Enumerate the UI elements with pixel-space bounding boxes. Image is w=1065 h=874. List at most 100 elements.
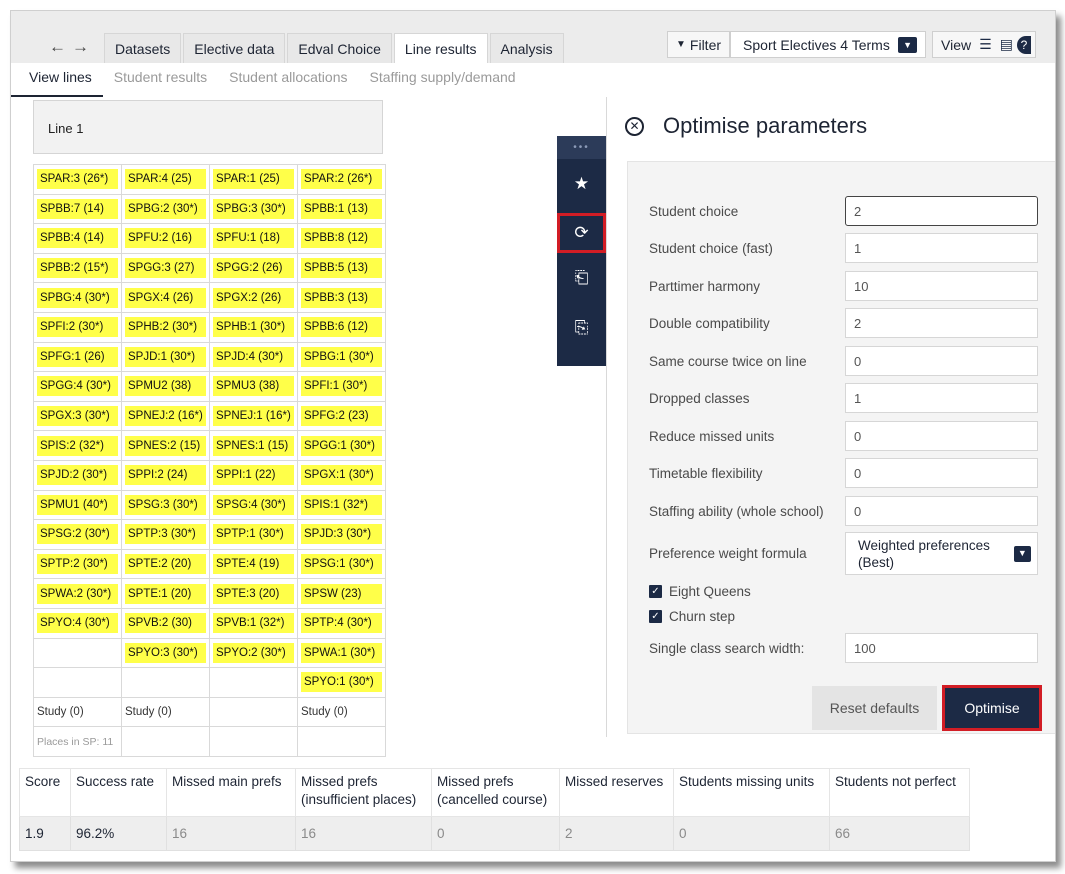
class-chip[interactable]: SPGG:1 (30*) — [301, 435, 382, 456]
tab-datasets[interactable]: Datasets — [104, 33, 182, 63]
class-chip[interactable]: SPHB:1 (30*) — [213, 317, 294, 338]
class-chip[interactable]: SPAR:1 (25) — [213, 169, 294, 190]
term-select[interactable]: Sport Electives 4 Terms ▼ — [730, 31, 927, 58]
class-chip[interactable]: SPHB:2 (30*) — [125, 317, 206, 338]
search-width-input[interactable]: 100 — [845, 633, 1038, 663]
eight-queens-option[interactable]: ✓ Eight Queens — [649, 584, 751, 599]
class-chip[interactable]: SPFU:2 (16) — [125, 228, 206, 249]
class-chip[interactable]: SPBG:2 (30*) — [125, 198, 206, 219]
class-chip[interactable]: SPJD:2 (30*) — [37, 465, 118, 486]
churn-step-option[interactable]: ✓ Churn step — [649, 609, 735, 624]
class-chip[interactable]: SPYO:4 (30*) — [37, 613, 118, 634]
view-label[interactable]: View — [941, 37, 971, 53]
class-chip[interactable]: SPSG:2 (30*) — [37, 524, 118, 545]
class-chip[interactable]: SPTP:3 (30*) — [125, 524, 206, 545]
class-chip[interactable]: SPBB:2 (15*) — [37, 258, 118, 279]
class-chip[interactable]: SPGX:1 (30*) — [301, 465, 382, 486]
class-chip[interactable]: SPPI:1 (22) — [213, 465, 294, 486]
class-chip[interactable]: SPFI:1 (30*) — [301, 376, 382, 397]
class-chip[interactable]: SPIS:2 (32*) — [37, 435, 118, 456]
class-chip[interactable]: SPBB:5 (13) — [301, 258, 382, 279]
class-chip[interactable]: SPTP:2 (30*) — [37, 554, 118, 575]
class-chip[interactable]: SPTE:4 (19) — [213, 554, 294, 575]
same-course-twice-input[interactable]: 0 — [845, 346, 1038, 376]
student-choice-fast-input[interactable]: 1 — [845, 233, 1038, 263]
class-chip[interactable]: SPGG:4 (30*) — [37, 376, 118, 397]
class-chip[interactable]: SPAR:2 (26*) — [301, 169, 382, 190]
class-chip[interactable]: SPYO:3 (30*) — [125, 642, 206, 663]
checkbox-checked-icon[interactable]: ✓ — [649, 585, 662, 598]
class-chip[interactable]: SPJD:1 (30*) — [125, 346, 206, 367]
tab-analysis[interactable]: Analysis — [489, 33, 564, 63]
class-chip[interactable]: SPBB:4 (14) — [37, 228, 118, 249]
star-icon[interactable]: ★ — [557, 159, 606, 209]
class-chip[interactable]: SPBB:7 (14) — [37, 198, 118, 219]
class-chip[interactable]: SPBG:4 (30*) — [37, 287, 118, 308]
tab-elective-data[interactable]: Elective data — [183, 33, 286, 63]
class-chip[interactable]: SPTE:1 (20) — [125, 583, 206, 604]
subtab-staffing-supply-demand[interactable]: Staffing supply/demand — [358, 63, 526, 97]
class-chip[interactable]: SPTE:2 (20) — [125, 554, 206, 575]
class-chip[interactable]: SPJD:4 (30*) — [213, 346, 294, 367]
class-chip[interactable]: SPNEJ:1 (16*) — [213, 406, 294, 427]
tab-line-results[interactable]: Line results — [393, 33, 488, 63]
back-arrow-icon[interactable]: ← — [49, 37, 72, 57]
dropped-classes-input[interactable]: 1 — [845, 383, 1038, 413]
drag-handle-icon[interactable]: ••• — [557, 136, 606, 159]
class-chip[interactable]: SPTP:1 (30*) — [213, 524, 294, 545]
optimise-refresh-icon[interactable]: ⟳ — [557, 213, 606, 253]
staffing-ability-input[interactable]: 0 — [845, 496, 1038, 526]
class-chip[interactable]: SPFG:2 (23) — [301, 406, 382, 427]
help-icon[interactable]: ? — [1016, 35, 1031, 54]
class-chip[interactable]: SPAR:3 (26*) — [37, 169, 118, 190]
student-choice-input[interactable]: 2 — [845, 196, 1038, 226]
class-chip[interactable]: SPIS:1 (32*) — [301, 494, 382, 515]
class-chip[interactable]: SPBB:1 (13) — [301, 198, 382, 219]
class-chip[interactable]: SPAR:4 (25) — [125, 169, 206, 190]
class-chip[interactable]: SPFG:1 (26) — [37, 346, 118, 367]
class-chip[interactable]: SPWA:1 (30*) — [301, 642, 382, 663]
class-chip[interactable]: SPGG:2 (26) — [213, 258, 294, 279]
class-chip[interactable]: SPGX:3 (30*) — [37, 406, 118, 427]
class-chip[interactable]: SPMU2 (38) — [125, 376, 206, 397]
table-view-icon[interactable]: ▤ — [1000, 36, 1013, 53]
forward-arrow-icon[interactable]: → — [72, 37, 95, 57]
class-chip[interactable]: SPVB:2 (30) — [125, 613, 206, 634]
class-chip[interactable]: SPMU3 (38) — [213, 376, 294, 397]
subtab-student-results[interactable]: Student results — [103, 63, 218, 97]
reset-defaults-button[interactable]: Reset defaults — [812, 686, 937, 730]
tab-edval-choice[interactable]: Edval Choice — [287, 33, 392, 63]
class-chip[interactable]: SPTP:4 (30*) — [301, 613, 382, 634]
class-chip[interactable]: SPNES:2 (15) — [125, 435, 206, 456]
class-chip[interactable]: SPNES:1 (15) — [213, 435, 294, 456]
timetable-flexibility-input[interactable]: 0 — [845, 458, 1038, 488]
class-chip[interactable]: SPYO:2 (30*) — [213, 642, 294, 663]
export-file-icon[interactable]: ⎘ — [557, 303, 606, 353]
class-chip[interactable]: SPJD:3 (30*) — [301, 524, 382, 545]
class-chip[interactable]: SPFU:1 (18) — [213, 228, 294, 249]
class-chip[interactable]: SPBB:3 (13) — [301, 287, 382, 308]
subtab-student-allocations[interactable]: Student allocations — [218, 63, 358, 97]
reduce-missed-units-input[interactable]: 0 — [845, 421, 1038, 451]
class-chip[interactable]: SPGG:3 (27) — [125, 258, 206, 279]
close-icon[interactable]: ✕ — [625, 116, 644, 136]
class-chip[interactable]: SPGX:2 (26) — [213, 287, 294, 308]
subtab-view-lines[interactable]: View lines — [11, 63, 103, 97]
class-chip[interactable]: SPTE:3 (20) — [213, 583, 294, 604]
class-chip[interactable]: SPMU1 (40*) — [37, 494, 118, 515]
list-view-icon[interactable]: ☰ — [979, 36, 992, 53]
class-chip[interactable]: SPVB:1 (32*) — [213, 613, 294, 634]
parttimer-harmony-input[interactable]: 10 — [845, 271, 1038, 301]
class-chip[interactable]: SPBB:8 (12) — [301, 228, 382, 249]
filter-button[interactable]: ▼ Filter — [667, 31, 731, 58]
double-compatibility-input[interactable]: 2 — [845, 308, 1038, 338]
class-chip[interactable]: SPSW (23) — [301, 583, 382, 604]
class-chip[interactable]: SPBG:3 (30*) — [213, 198, 294, 219]
line-header[interactable]: Line 1 — [33, 100, 383, 154]
class-chip[interactable]: SPGX:4 (26) — [125, 287, 206, 308]
class-chip[interactable]: SPSG:3 (30*) — [125, 494, 206, 515]
add-file-icon[interactable]: ⎗ — [557, 253, 606, 303]
checkbox-checked-icon[interactable]: ✓ — [649, 610, 662, 623]
class-chip[interactable]: SPBB:6 (12) — [301, 317, 382, 338]
optimise-button[interactable]: Optimise — [942, 685, 1042, 731]
